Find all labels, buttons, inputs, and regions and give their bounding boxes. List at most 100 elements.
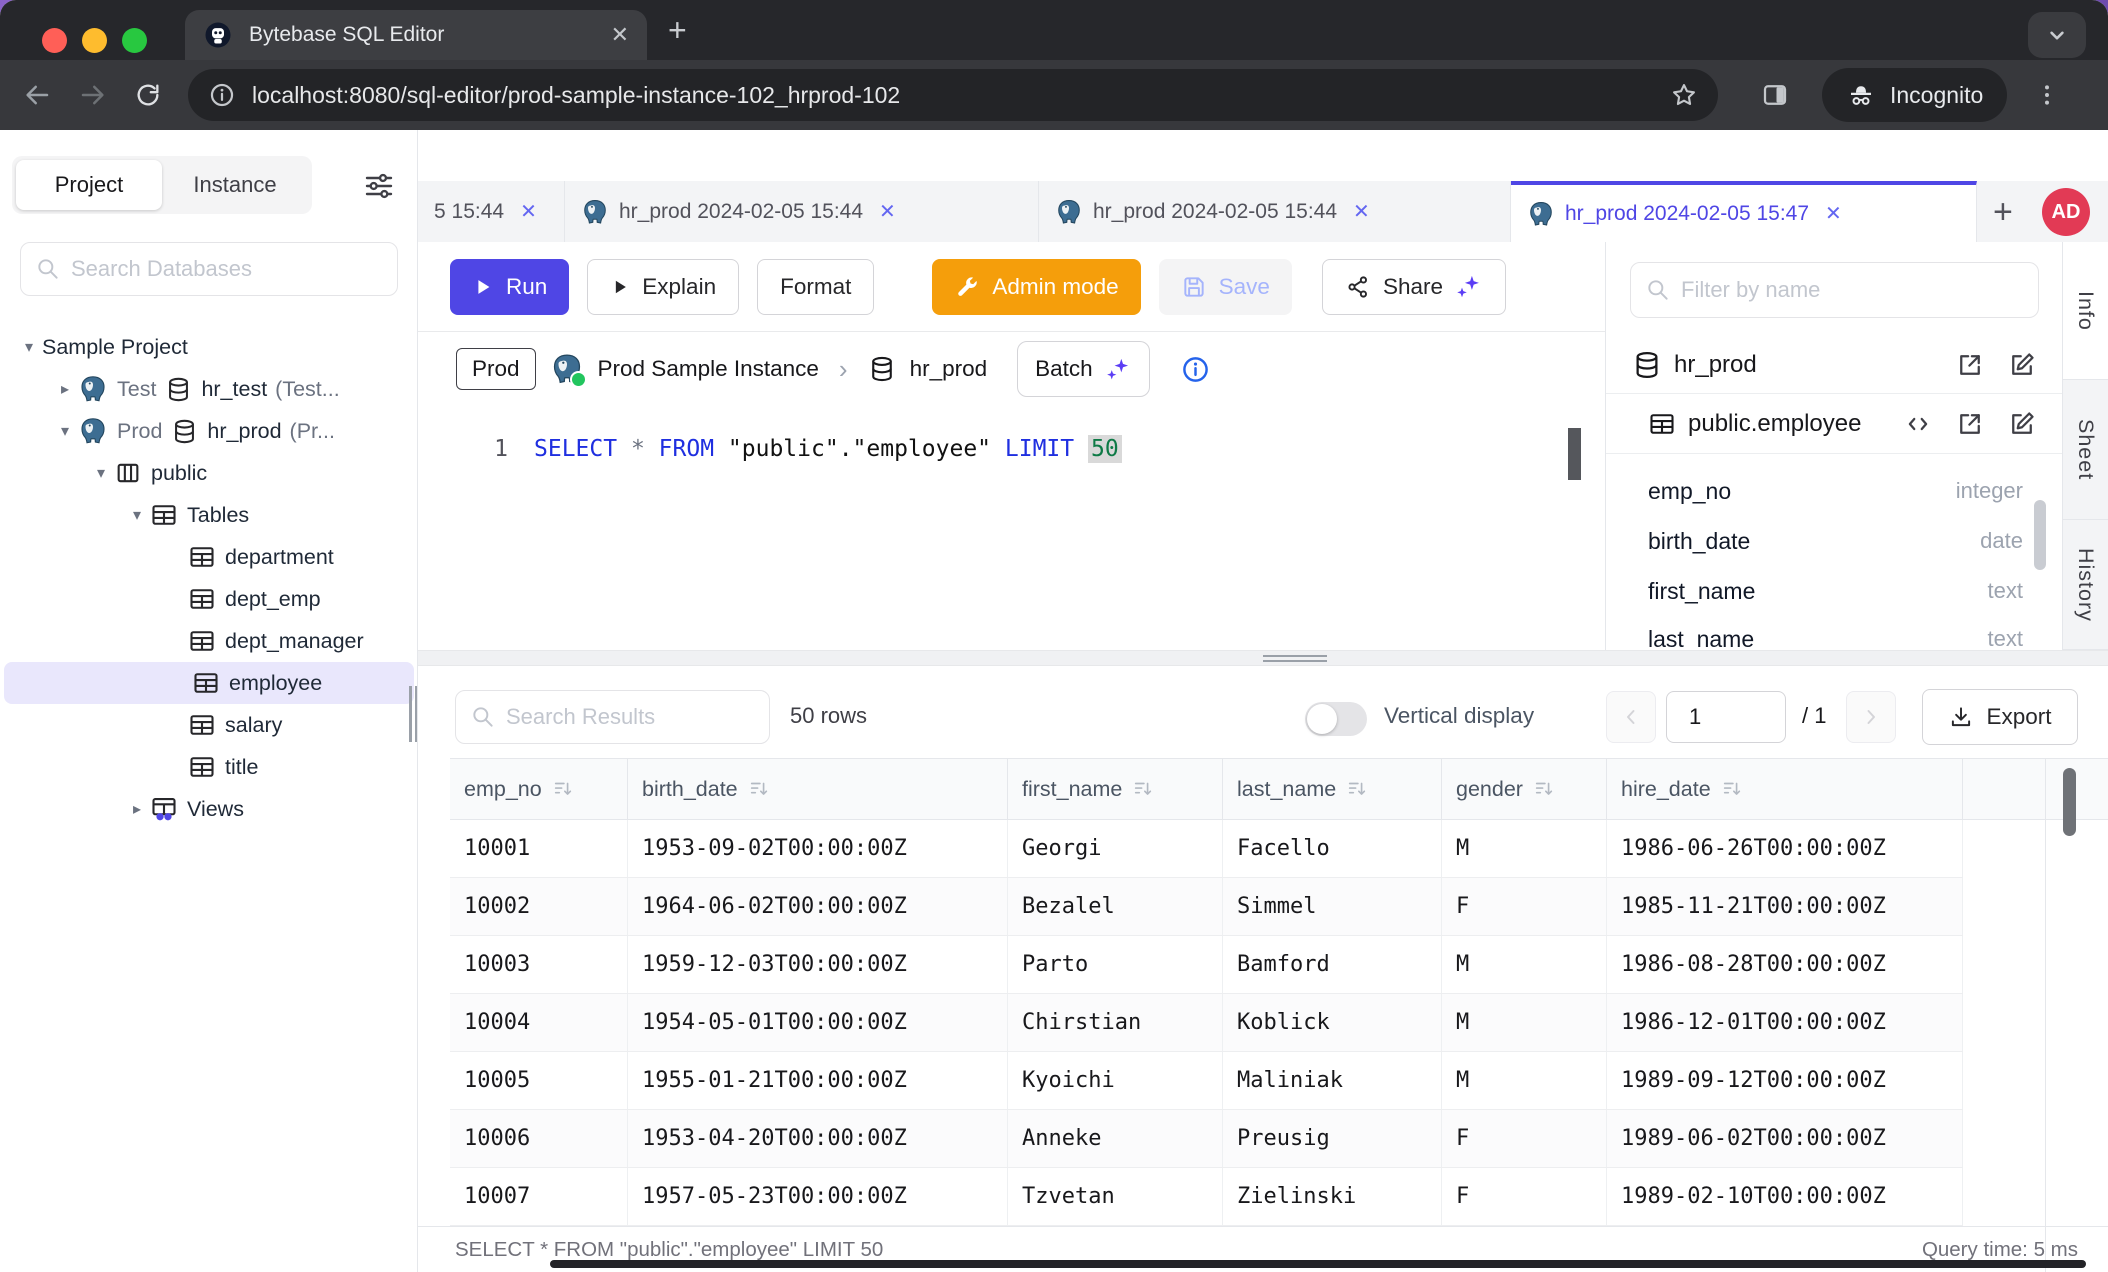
table-row[interactable]: 100041954-05-01T00:00:00ZChirstianKoblic… — [450, 994, 1963, 1052]
panel-database-row[interactable]: hr_prod — [1606, 336, 2062, 394]
run-button[interactable]: Run — [450, 259, 569, 315]
table-row[interactable]: 100051955-01-21T00:00:00ZKyoichiMaliniak… — [450, 1052, 1963, 1110]
sort-icon[interactable] — [1132, 778, 1154, 800]
sheet-tab-1[interactable]: 5 15:44 ✕ — [418, 181, 565, 242]
sql-editor[interactable]: 1 SELECT * FROM "public"."employee" LIMI… — [418, 406, 1605, 650]
sort-icon[interactable] — [748, 778, 770, 800]
sparkles-icon[interactable] — [1455, 273, 1483, 301]
tree-item-schema-public[interactable]: ▾ public — [0, 452, 418, 494]
column-header[interactable]: gender — [1442, 759, 1607, 819]
browser-tab[interactable]: Bytebase SQL Editor ✕ — [185, 10, 647, 60]
new-sheet-icon[interactable]: + — [1993, 195, 2013, 229]
search-databases-input[interactable]: Search Databases — [20, 242, 398, 296]
tree-item-tables-group[interactable]: ▾ Tables — [0, 494, 418, 536]
traffic-light-minimize[interactable] — [82, 28, 107, 53]
column-header[interactable]: last_name — [1223, 759, 1442, 819]
sort-icon[interactable] — [1721, 778, 1743, 800]
tab-close-icon[interactable]: ✕ — [611, 22, 629, 48]
bookmark-star-icon[interactable] — [1670, 81, 1698, 109]
explain-button[interactable]: Explain — [587, 259, 739, 315]
export-button[interactable]: Export — [1922, 689, 2078, 745]
sort-icon[interactable] — [1346, 778, 1368, 800]
editor-scrollbar[interactable] — [1568, 428, 1581, 480]
prev-page-button[interactable] — [1606, 691, 1656, 743]
caret-down-icon[interactable]: ▾ — [52, 421, 78, 441]
tree-filter-icon[interactable] — [363, 170, 395, 202]
sort-icon[interactable] — [1533, 778, 1555, 800]
tree-item-views-group[interactable]: ▸ Views — [0, 788, 418, 830]
caret-down-icon[interactable]: ▾ — [124, 505, 150, 525]
tab-sheet[interactable]: Sheet — [2063, 380, 2108, 520]
results-vertical-scrollbar[interactable] — [2063, 768, 2076, 836]
panel-table-row[interactable]: public.employee — [1606, 394, 2062, 454]
sheet-tab-4-active[interactable]: hr_prod 2024-02-05 15:47 ✕ — [1511, 181, 1977, 242]
tree-item-table-department[interactable]: department — [0, 536, 418, 578]
address-bar[interactable]: localhost:8080/sql-editor/prod-sample-in… — [188, 69, 1718, 121]
edit-icon[interactable] — [2007, 409, 2037, 439]
instance-name[interactable]: Prod Sample Instance — [598, 356, 819, 382]
avatar[interactable]: AD — [2042, 188, 2090, 236]
reload-icon[interactable] — [134, 81, 162, 109]
close-icon[interactable]: ✕ — [520, 199, 537, 224]
search-results-input[interactable]: Search Results — [455, 690, 770, 744]
tab-project[interactable]: Project — [16, 160, 162, 210]
horizontal-splitter[interactable] — [418, 650, 2108, 666]
tree-item-table-employee[interactable]: employee — [4, 662, 414, 704]
traffic-light-zoom[interactable] — [122, 28, 147, 53]
caret-down-icon[interactable]: ▾ — [16, 337, 42, 357]
column-header[interactable]: emp_no — [450, 759, 628, 819]
caret-right-icon[interactable]: ▸ — [124, 799, 150, 819]
code-icon[interactable] — [1903, 409, 1933, 439]
close-icon[interactable]: ✕ — [1825, 201, 1842, 226]
tree-item-project[interactable]: ▾ Sample Project — [0, 326, 418, 368]
edit-icon[interactable] — [2007, 350, 2037, 380]
back-icon[interactable] — [22, 80, 52, 110]
panel-scrollbar[interactable] — [2034, 500, 2046, 570]
table-row[interactable]: 100021964-06-02T00:00:00ZBezalelSimmelF1… — [450, 878, 1963, 936]
caret-right-icon[interactable]: ▸ — [52, 379, 78, 399]
browser-menu-icon[interactable] — [2033, 81, 2061, 109]
tree-item-table-title[interactable]: title — [0, 746, 418, 788]
save-button[interactable]: Save — [1159, 259, 1292, 315]
page-number-input[interactable]: 1 — [1666, 691, 1786, 743]
tree-item-hr-test[interactable]: ▸ Test hr_test (Test... — [0, 368, 418, 410]
close-icon[interactable]: ✕ — [879, 199, 896, 224]
results-horizontal-scrollbar[interactable] — [550, 1260, 2086, 1268]
admin-mode-button[interactable]: Admin mode — [932, 259, 1140, 315]
batch-button[interactable]: Batch — [1017, 341, 1150, 397]
tab-history[interactable]: History — [2063, 520, 2108, 650]
caret-down-icon[interactable]: ▾ — [88, 463, 114, 483]
new-tab-icon[interactable]: + — [668, 14, 687, 46]
traffic-light-close[interactable] — [42, 28, 67, 53]
tree-item-table-salary[interactable]: salary — [0, 704, 418, 746]
external-link-icon[interactable] — [1955, 409, 1985, 439]
share-button[interactable]: Share — [1322, 259, 1506, 315]
filter-by-name-input[interactable]: Filter by name — [1630, 262, 2039, 318]
tab-instance[interactable]: Instance — [162, 160, 308, 210]
splitter-grip-icon[interactable] — [1263, 655, 1327, 665]
tab-info[interactable]: Info — [2063, 242, 2108, 380]
column-header[interactable]: first_name — [1008, 759, 1223, 819]
database-name[interactable]: hr_prod — [910, 356, 988, 382]
side-panel-icon[interactable] — [1760, 80, 1790, 110]
sort-icon[interactable] — [552, 778, 574, 800]
site-info-icon[interactable] — [208, 81, 236, 109]
table-row[interactable]: 100061953-04-20T00:00:00ZAnnekePreusigF1… — [450, 1110, 1963, 1168]
vertical-display-toggle[interactable] — [1305, 702, 1367, 736]
column-header[interactable]: birth_date — [628, 759, 1008, 819]
tab-search-button[interactable] — [2028, 12, 2086, 58]
sheet-tab-3[interactable]: hr_prod 2024-02-05 15:44 ✕ — [1039, 181, 1511, 242]
table-row[interactable]: 100011953-09-02T00:00:00ZGeorgiFacelloM1… — [450, 820, 1963, 878]
table-row[interactable]: 100071957-05-23T00:00:00ZTzvetanZielinsk… — [450, 1168, 1963, 1226]
tree-item-table-dept-manager[interactable]: dept_manager — [0, 620, 418, 662]
table-row[interactable]: 100031959-12-03T00:00:00ZPartoBamfordM19… — [450, 936, 1963, 994]
close-icon[interactable]: ✕ — [1353, 199, 1370, 224]
external-link-icon[interactable] — [1955, 350, 1985, 380]
info-icon[interactable] — [1180, 354, 1211, 385]
next-page-button[interactable] — [1846, 691, 1896, 743]
column-header[interactable]: hire_date — [1607, 759, 1963, 819]
tree-item-table-dept-emp[interactable]: dept_emp — [0, 578, 418, 620]
tree-item-hr-prod[interactable]: ▾ Prod hr_prod (Pr... — [0, 410, 418, 452]
sheet-tab-2[interactable]: hr_prod 2024-02-05 15:44 ✕ — [565, 181, 1039, 242]
format-button[interactable]: Format — [757, 259, 874, 315]
